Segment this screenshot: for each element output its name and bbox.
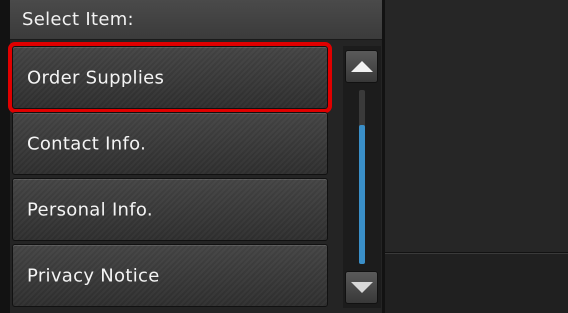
list-item-label: Contact Info. — [27, 133, 147, 154]
list-item-order-supplies[interactable]: Order Supplies — [8, 42, 332, 113]
list-item-contact-info[interactable]: Contact Info. — [12, 112, 328, 175]
list-item-label: Order Supplies — [27, 67, 165, 88]
panel-header: Select Item: — [10, 0, 382, 40]
device-screen: Select Item: Order Supplies Contact Info… — [0, 0, 568, 313]
item-list: Order Supplies Contact Info. Personal In… — [8, 42, 336, 310]
panel-title: Select Item: — [22, 9, 134, 30]
right-panel — [385, 0, 568, 252]
scrollbar[interactable] — [343, 46, 381, 308]
list-item-personal-info[interactable]: Personal Info. — [12, 178, 328, 241]
scroll-up-button[interactable] — [345, 50, 378, 83]
selection-panel: Select Item: Order Supplies Contact Info… — [8, 0, 382, 313]
triangle-down-icon — [350, 282, 373, 293]
scroll-thumb[interactable] — [359, 124, 365, 264]
right-bottom-bar — [385, 253, 568, 313]
scroll-down-button[interactable] — [345, 271, 378, 304]
scroll-rail[interactable] — [359, 90, 365, 264]
list-item-label: Personal Info. — [27, 199, 153, 220]
triangle-up-icon — [350, 61, 373, 72]
list-item-label: Privacy Notice — [27, 265, 160, 286]
list-item-privacy-notice[interactable]: Privacy Notice — [12, 244, 328, 307]
